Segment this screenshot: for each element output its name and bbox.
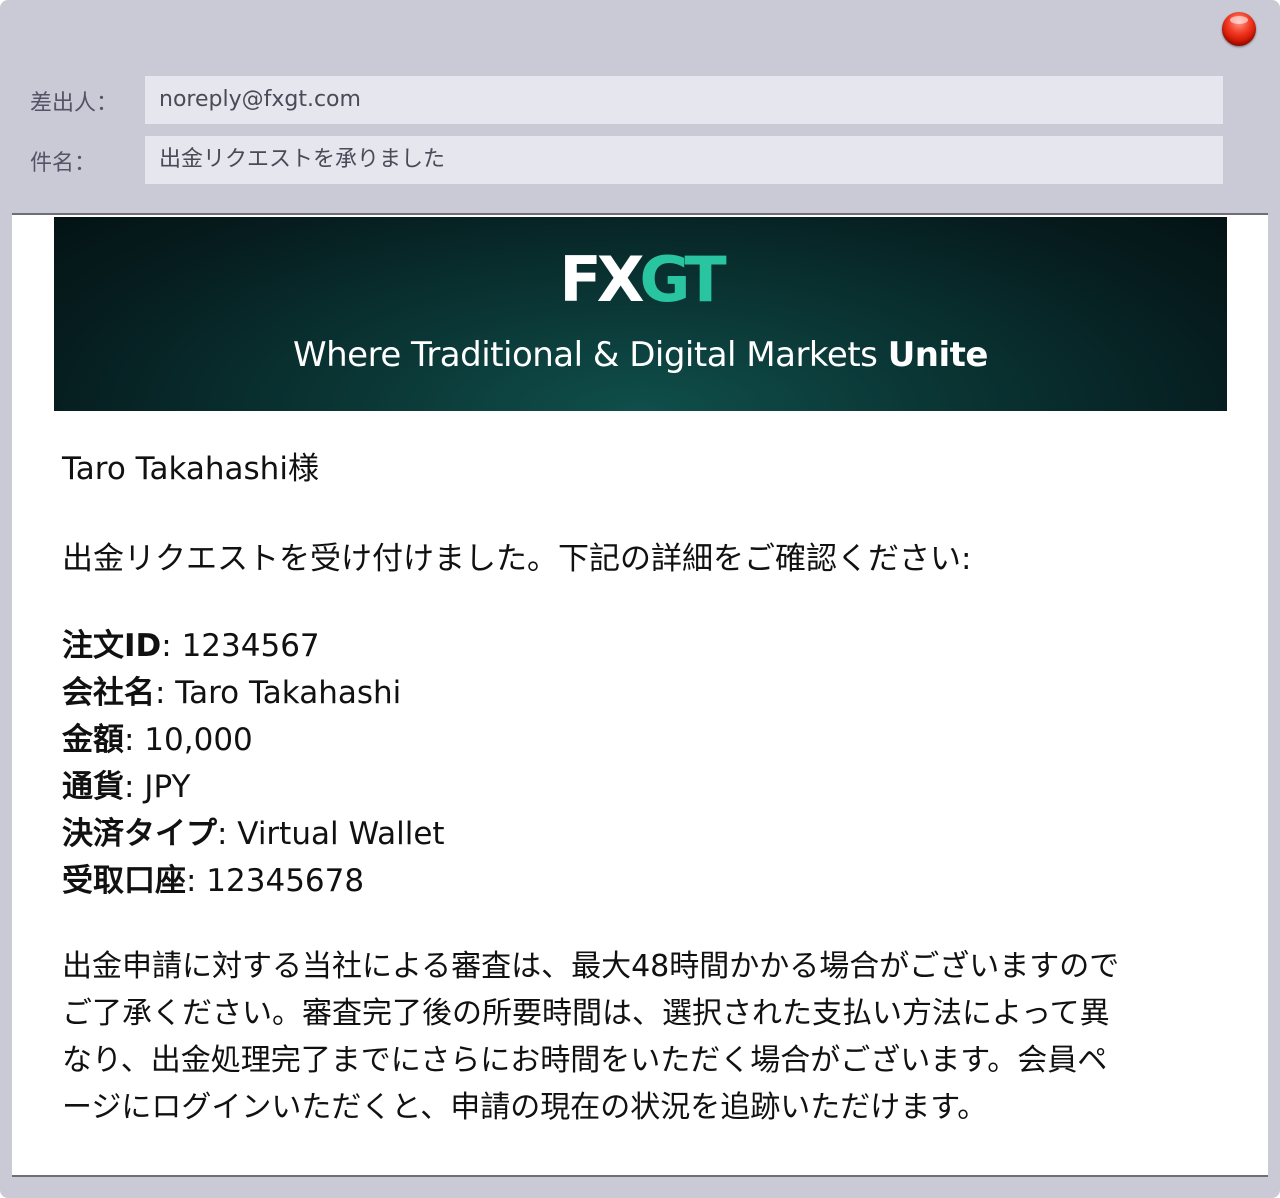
- detail-label: 受取口座: [62, 863, 186, 899]
- intro-text: 出金リクエストを受け付けました。下記の詳細をご確認ください:: [62, 541, 972, 577]
- greeting: Taro Takahashi様: [62, 451, 319, 487]
- detail-value: : 1234567: [161, 628, 320, 664]
- detail-value: : 12345678: [186, 863, 365, 899]
- logo-fx-text: FX: [559, 243, 644, 316]
- detail-currency: 通貨: JPY: [62, 761, 190, 806]
- detail-label: 注文ID: [62, 628, 162, 664]
- tagline-regular: Where Traditional & Digital Markets: [293, 335, 878, 375]
- email-window: 差出人： noreply@fxgt.com 件名： 出金リクエストを承りました …: [0, 0, 1280, 1198]
- detail-value: : JPY: [124, 769, 191, 805]
- logo-gt-text: GT: [639, 243, 727, 316]
- detail-value: : Taro Takahashi: [155, 675, 402, 711]
- subject-label: 件名：: [30, 151, 97, 176]
- email-body: FXGT Where Traditional & Digital Markets…: [12, 213, 1268, 1177]
- detail-value: : Virtual Wallet: [217, 816, 445, 852]
- notice-line: ご了承ください。審査完了後の所要時間は、選択された支払い方法によって異: [62, 996, 1110, 1031]
- detail-company: 会社名: Taro Takahashi: [62, 667, 401, 712]
- notice-line: なり、出金処理完了までにさらにお時間をいただく場合がございます。会員ペ: [62, 1043, 1108, 1078]
- detail-label: 金額: [62, 722, 124, 758]
- from-field: noreply@fxgt.com: [145, 76, 1223, 124]
- notice-line: ージにログインいただくと、申請の現在の状況を追跡いただけます。: [62, 1090, 988, 1125]
- tagline-bold: Unite: [887, 335, 989, 375]
- detail-amount: 金額: 10,000: [62, 714, 253, 759]
- detail-value: : 10,000: [124, 722, 253, 758]
- subject-field: 出金リクエストを承りました: [145, 136, 1223, 184]
- detail-label: 会社名: [62, 675, 155, 711]
- close-window-button[interactable]: [1222, 12, 1256, 46]
- detail-label: 決済タイプ: [62, 816, 217, 852]
- notice-line: 出金申請に対する当社による審査は、最大48時間かかる場合がございますので: [62, 949, 1120, 984]
- detail-order-id: 注文ID: 1234567: [62, 620, 320, 665]
- banner-tagline: Where Traditional & Digital Markets Unit…: [54, 335, 1227, 375]
- fxgt-banner: FXGT Where Traditional & Digital Markets…: [54, 217, 1227, 411]
- detail-payment-type: 決済タイプ: Virtual Wallet: [62, 808, 445, 853]
- notice-paragraph: 出金申請に対する当社による審査は、最大48時間かかる場合がございますので ご了承…: [62, 943, 1212, 1131]
- from-label: 差出人：: [30, 91, 119, 116]
- detail-label: 通貨: [62, 769, 124, 805]
- fxgt-logo: FXGT: [54, 245, 1227, 315]
- detail-account: 受取口座: 12345678: [62, 855, 364, 900]
